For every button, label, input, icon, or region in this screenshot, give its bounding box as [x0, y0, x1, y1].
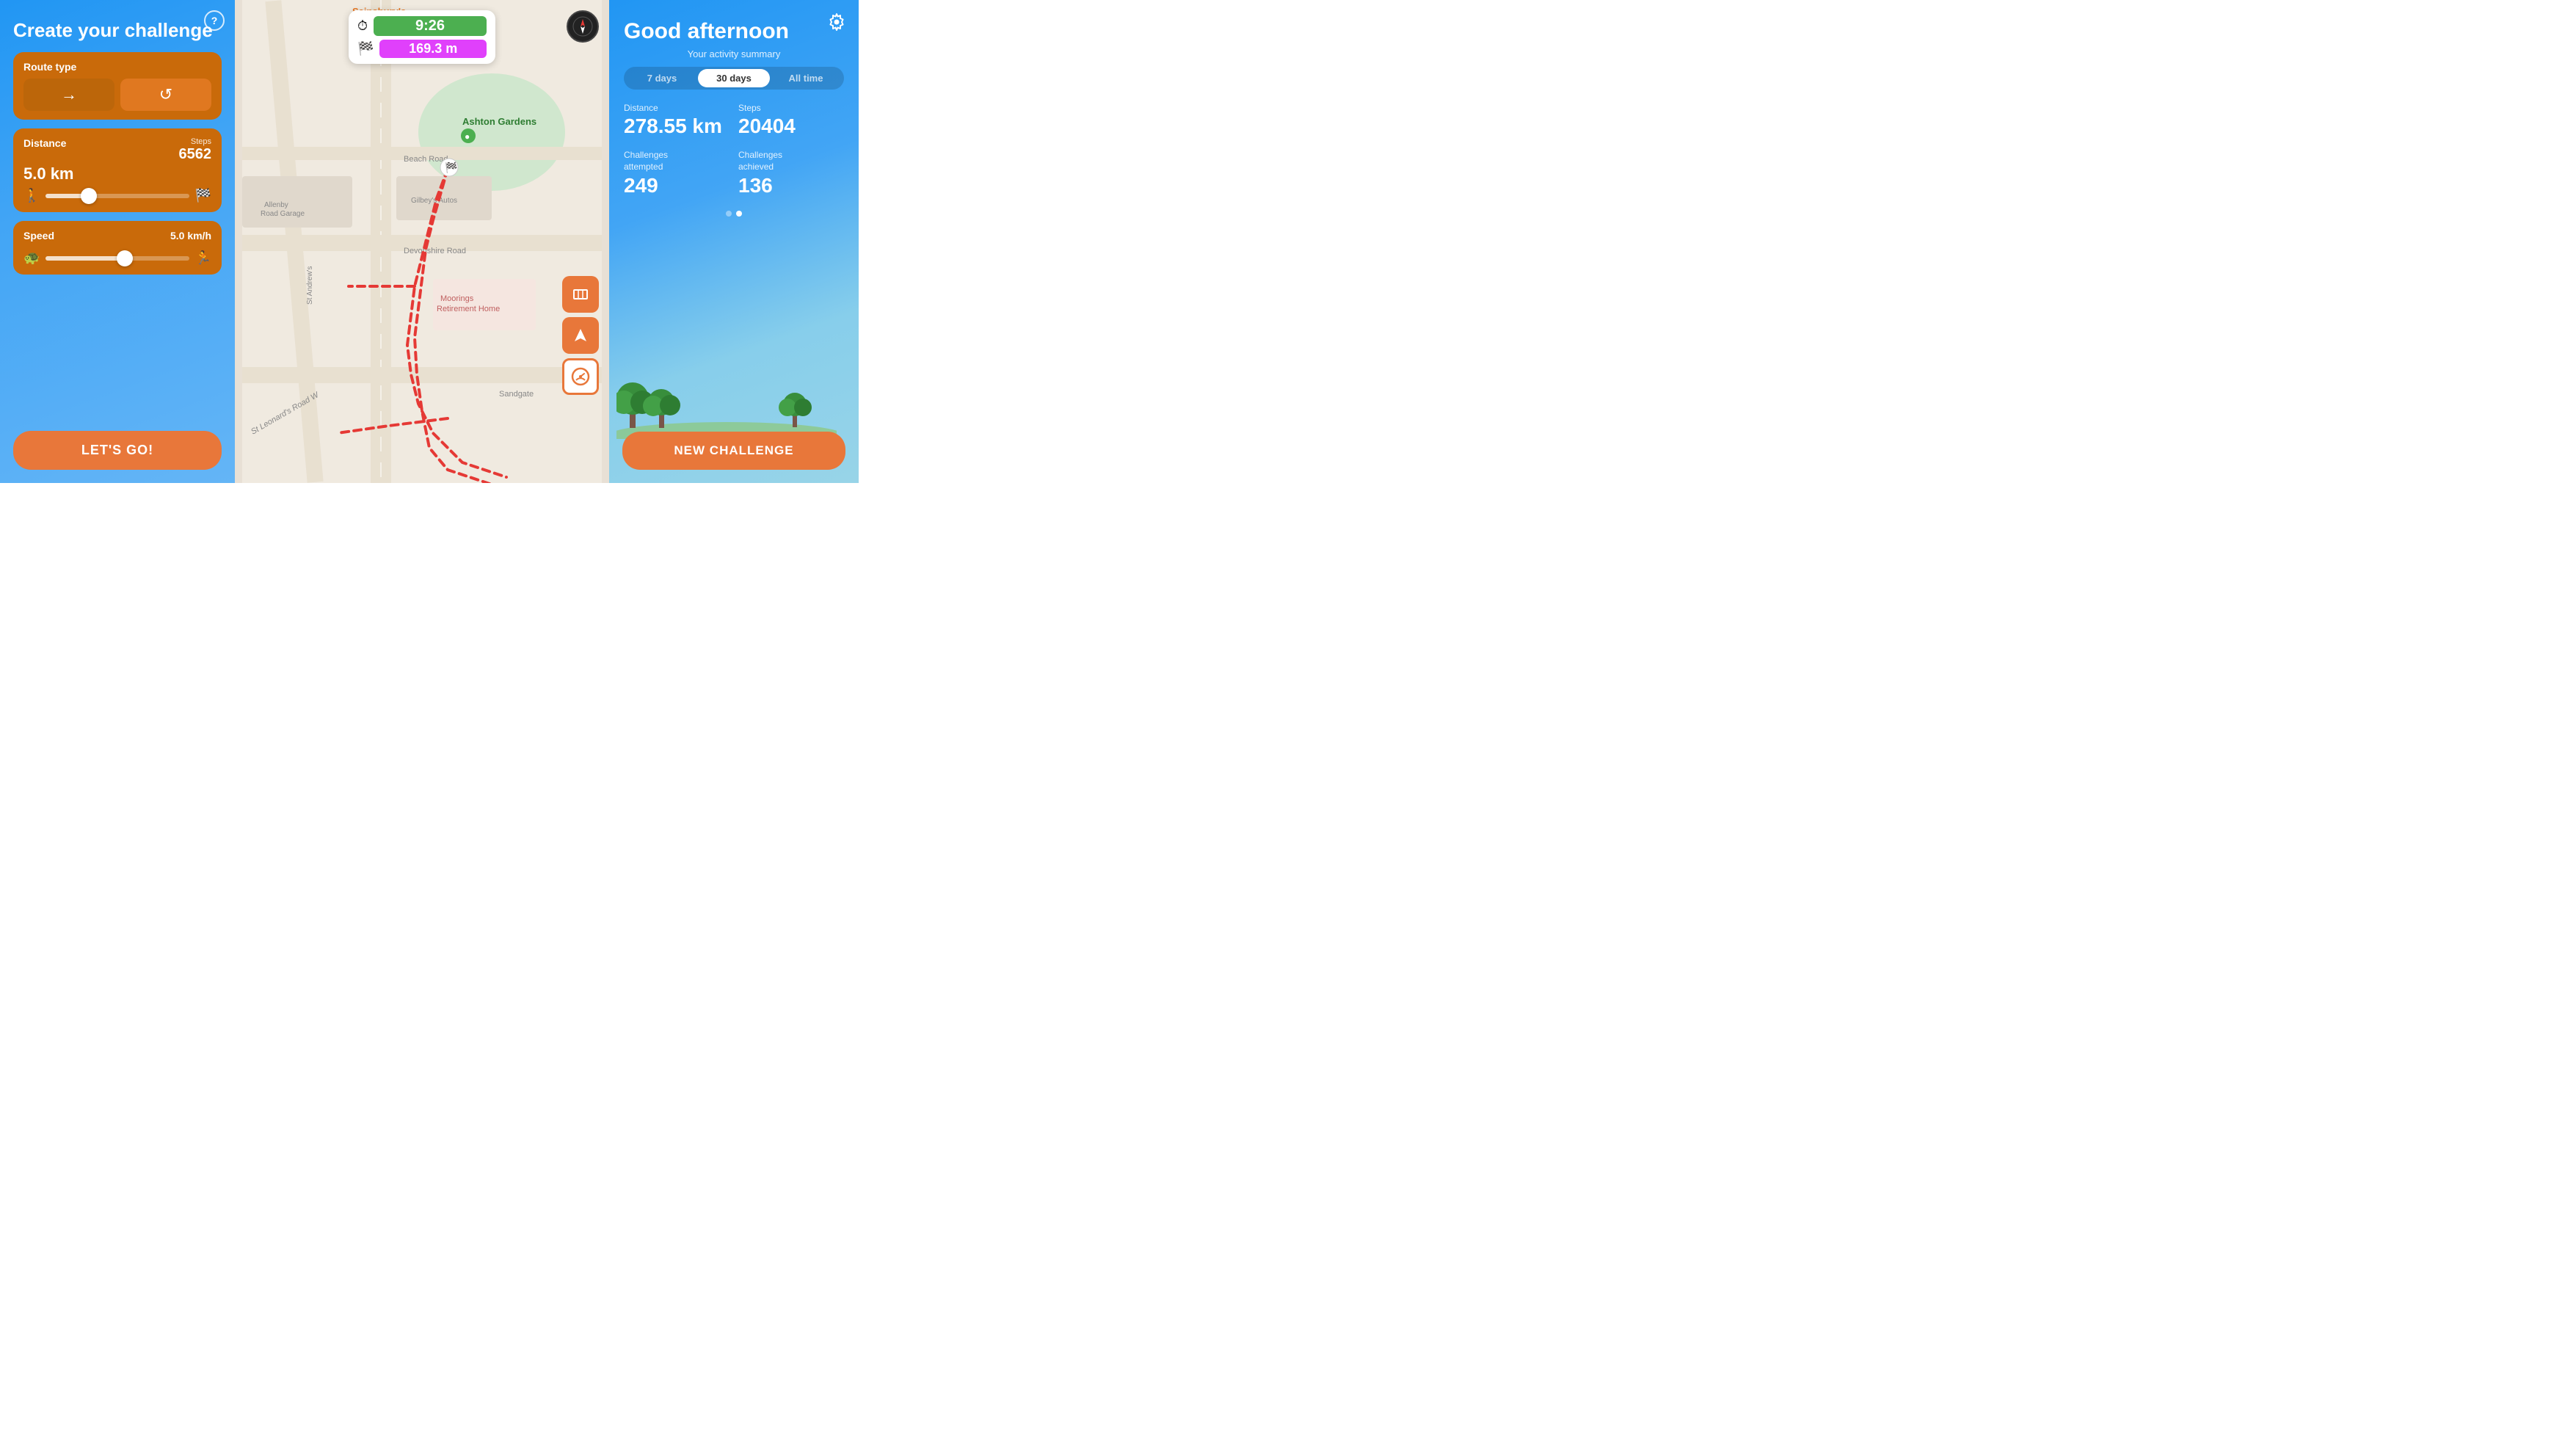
stat-challenges-achieved: Challengesachieved 136 — [738, 150, 844, 197]
map-popup: ⏱ 9:26 🏁 169.3 m — [349, 10, 495, 64]
steps-stat-value: 20404 — [738, 115, 844, 138]
route-one-way-button[interactable]: → — [23, 79, 114, 111]
runner-icon: 🏃 — [195, 250, 211, 266]
challenges-attempted-value: 249 — [624, 174, 729, 197]
dots-indicator — [624, 211, 844, 217]
route-loop-button[interactable]: ↺ — [120, 79, 211, 111]
distance-header: Distance Steps 6562 — [23, 137, 211, 163]
distance-slider-row: 🚶 🏁 — [23, 188, 211, 203]
map-compass — [567, 10, 599, 43]
new-challenge-button[interactable]: NEW CHALLENGE — [622, 432, 845, 470]
compass-icon — [572, 16, 593, 37]
distance-slider-thumb[interactable] — [81, 188, 97, 204]
distance-stat-label: Distance — [624, 103, 729, 113]
navigation-icon — [572, 327, 589, 344]
svg-text:Beach Road: Beach Road — [404, 155, 448, 164]
svg-text:🏁: 🏁 — [445, 161, 457, 174]
map-icon — [572, 286, 589, 303]
svg-text:Retirement Home: Retirement Home — [437, 305, 500, 313]
route-type-buttons: → ↺ — [23, 79, 211, 111]
greeting: Good afternoon — [624, 19, 844, 44]
dot-2 — [736, 211, 742, 217]
svg-text:Devonshire Road: Devonshire Road — [404, 247, 466, 255]
distance-value: 5.0 km — [23, 164, 211, 184]
page-title: Create your challenge — [13, 19, 222, 42]
tab-7days[interactable]: 7 days — [626, 69, 698, 87]
right-panel: Good afternoon Your activity summary 7 d… — [609, 0, 859, 483]
clock-icon: ⏱ — [357, 18, 368, 34]
svg-text:Ashton Gardens: Ashton Gardens — [462, 116, 536, 127]
speed-meter-button[interactable] — [562, 358, 599, 395]
svg-text:Allenby: Allenby — [264, 201, 288, 209]
distance-label: Distance — [23, 137, 66, 149]
challenges-achieved-label: Challengesachieved — [738, 150, 844, 172]
stat-steps: Steps 20404 — [738, 103, 844, 138]
svg-text:●: ● — [465, 131, 470, 142]
arrow-right-icon: → — [61, 85, 77, 104]
challenges-achieved-value: 136 — [738, 174, 844, 197]
map-background: Ashton Gardens St Leonard's Road W Devon… — [235, 0, 609, 483]
steps-stat-label: Steps — [738, 103, 844, 113]
route-type-label: Route type — [23, 61, 211, 73]
speed-value: 5.0 km/h — [170, 230, 211, 242]
svg-text:St Andrew's: St Andrew's — [306, 266, 314, 305]
route-type-card: Route type → ↺ — [13, 52, 222, 120]
steps-value: 6562 — [179, 146, 212, 163]
distance-card: Distance Steps 6562 5.0 km 🚶 🏁 — [13, 128, 222, 212]
stat-distance: Distance 278.55 km — [624, 103, 729, 138]
speed-slider-track[interactable] — [46, 256, 189, 261]
map-view-button[interactable] — [562, 276, 599, 313]
speed-slider-fill — [46, 256, 124, 261]
dot-1 — [726, 211, 732, 217]
finish-flag-icon: 🏁 — [357, 41, 374, 57]
svg-text:Road Garage: Road Garage — [261, 210, 305, 218]
distance-stat-value: 278.55 km — [624, 115, 729, 138]
challenges-attempted-label: Challengesattempted — [624, 150, 729, 172]
speed-slider-row: 🐢 🏃 — [23, 250, 211, 266]
scenery-illustration — [616, 344, 837, 439]
stats-grid: Distance 278.55 km Steps 20404 Challenge… — [624, 103, 844, 197]
lets-go-button[interactable]: LET'S GO! — [13, 431, 222, 470]
tab-alltime[interactable]: All time — [770, 69, 842, 87]
help-icon[interactable]: ? — [204, 10, 225, 31]
speed-label: Speed — [23, 230, 54, 242]
distance-slider-track[interactable] — [46, 194, 189, 198]
settings-icon[interactable] — [825, 10, 848, 34]
map-panel: Ashton Gardens St Leonard's Road W Devon… — [235, 0, 609, 483]
flag-icon: 🏁 — [195, 188, 211, 203]
popup-time-row: ⏱ 9:26 — [357, 16, 487, 36]
speed-card: Speed 5.0 km/h 🐢 🏃 — [13, 221, 222, 275]
speedometer-icon — [571, 367, 590, 386]
loop-icon: ↺ — [159, 85, 172, 104]
left-panel: ? Create your challenge Route type → ↺ D… — [0, 0, 235, 483]
illustration — [609, 336, 859, 439]
speed-slider-thumb[interactable] — [117, 250, 133, 266]
period-tabs: 7 days 30 days All time — [624, 67, 844, 90]
popup-time-value: 9:26 — [374, 16, 487, 36]
map-actions — [562, 276, 599, 395]
activity-subtitle: Your activity summary — [624, 48, 844, 59]
svg-text:Sandgate: Sandgate — [499, 390, 534, 399]
svg-text:Moorings: Moorings — [440, 294, 474, 303]
turtle-icon: 🐢 — [23, 250, 40, 266]
walk-icon: 🚶 — [23, 188, 40, 203]
steps-label: Steps — [191, 137, 211, 146]
tab-30days[interactable]: 30 days — [698, 69, 770, 87]
popup-dist-value: 169.3 m — [379, 40, 487, 58]
location-button[interactable] — [562, 317, 599, 354]
stat-challenges-attempted: Challengesattempted 249 — [624, 150, 729, 197]
popup-dist-row: 🏁 169.3 m — [357, 40, 487, 58]
speed-header: Speed 5.0 km/h — [23, 230, 211, 242]
